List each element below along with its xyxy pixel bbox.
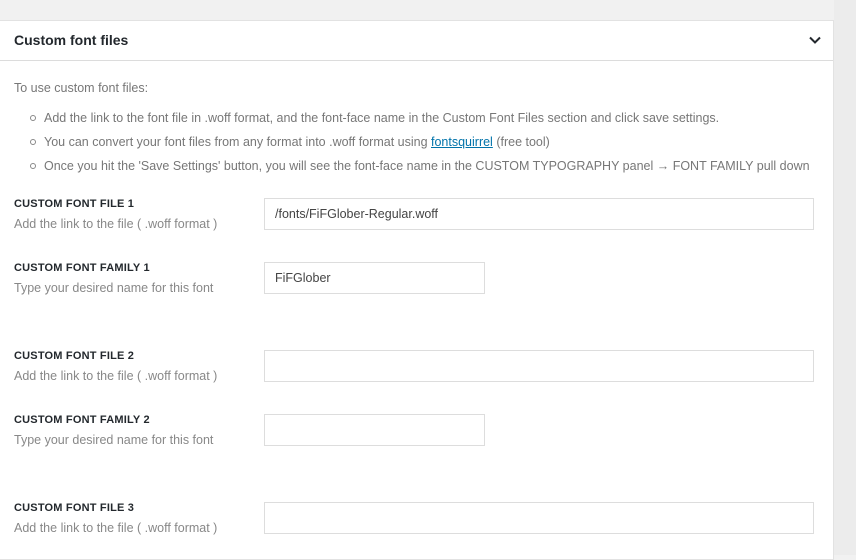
list-item: Once you hit the 'Save Settings' button,… — [28, 156, 810, 180]
scrollbar-track[interactable] — [834, 0, 856, 555]
instruction-text: Once you hit the 'Save Settings' button,… — [44, 159, 810, 173]
instruction-text: (free tool) — [492, 135, 550, 149]
instruction-text: Add the link to the font file in .woff f… — [44, 111, 720, 125]
custom-font-file-3-row: CUSTOM FONT FILE 3 Add the link to the f… — [14, 502, 814, 535]
custom-font-family-2-row: CUSTOM FONT FAMILY 2 Type your desired n… — [14, 414, 814, 447]
list-item: Add the link to the font file in .woff f… — [28, 108, 810, 132]
custom-font-family-1-row: CUSTOM FONT FAMILY 1 Type your desired n… — [14, 262, 814, 295]
fontsquirrel-link[interactable]: fontsquirrel — [431, 135, 493, 149]
custom-font-file-2-row: CUSTOM FONT FILE 2 Add the link to the f… — [14, 350, 814, 383]
custom-font-family-1-input[interactable] — [264, 262, 485, 294]
list-item: You can convert your font files from any… — [28, 132, 810, 156]
custom-font-file-1-input[interactable] — [264, 198, 814, 230]
custom-font-family-2-input[interactable] — [264, 414, 485, 446]
custom-font-file-2-input[interactable] — [264, 350, 814, 382]
panel-header[interactable]: Custom font files — [0, 21, 833, 61]
panel-title: Custom font files — [14, 32, 129, 48]
custom-font-file-3-input[interactable] — [264, 502, 814, 534]
chevron-down-icon[interactable] — [807, 32, 823, 48]
intro-text: To use custom font files: — [14, 81, 149, 95]
custom-font-file-1-row: CUSTOM FONT FILE 1 Add the link to the f… — [14, 198, 814, 231]
instructions-list: Add the link to the font file in .woff f… — [28, 108, 810, 180]
instruction-text: You can convert your font files from any… — [44, 135, 431, 149]
